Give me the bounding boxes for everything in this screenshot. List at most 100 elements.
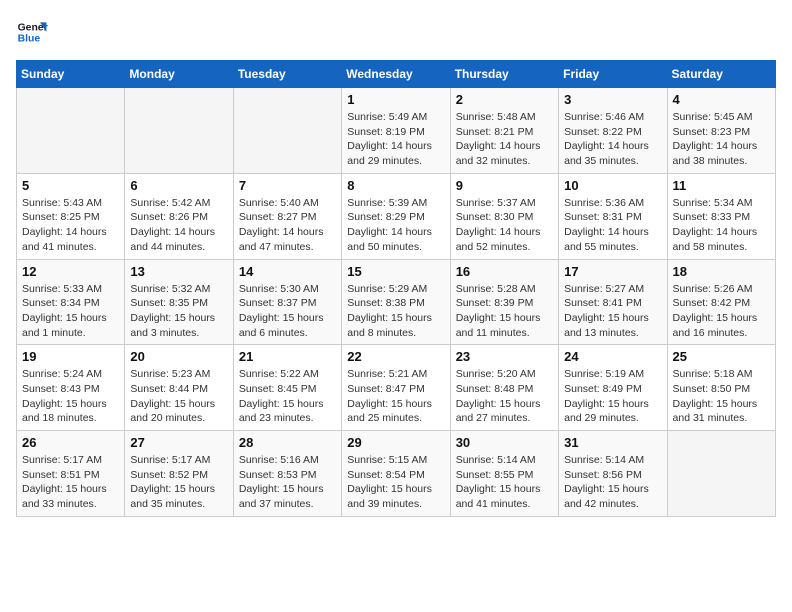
calendar-cell: 29 Sunrise: 5:15 AM Sunset: 8:54 PM Dayli…	[342, 431, 450, 517]
calendar-cell: 26 Sunrise: 5:17 AM Sunset: 8:51 PM Dayli…	[17, 431, 125, 517]
day-of-week-header: Tuesday	[233, 61, 341, 88]
day-info: Sunrise: 5:20 AM Sunset: 8:48 PM Dayligh…	[456, 367, 553, 426]
day-number: 19	[22, 349, 119, 364]
day-info: Sunrise: 5:49 AM Sunset: 8:19 PM Dayligh…	[347, 110, 444, 169]
calendar-cell: 1 Sunrise: 5:49 AM Sunset: 8:19 PM Daylig…	[342, 88, 450, 174]
day-number: 28	[239, 435, 336, 450]
day-number: 17	[564, 264, 661, 279]
day-info: Sunrise: 5:48 AM Sunset: 8:21 PM Dayligh…	[456, 110, 553, 169]
day-info: Sunrise: 5:29 AM Sunset: 8:38 PM Dayligh…	[347, 282, 444, 341]
calendar-body: 1 Sunrise: 5:49 AM Sunset: 8:19 PM Daylig…	[17, 88, 776, 517]
day-of-week-header: Thursday	[450, 61, 558, 88]
day-info: Sunrise: 5:16 AM Sunset: 8:53 PM Dayligh…	[239, 453, 336, 512]
day-number: 4	[673, 92, 770, 107]
day-info: Sunrise: 5:28 AM Sunset: 8:39 PM Dayligh…	[456, 282, 553, 341]
calendar-cell: 25Sunrise: 5:18 AM Sunset: 8:50 PM Dayli…	[667, 345, 775, 431]
day-number: 8	[347, 178, 444, 193]
day-info: Sunrise: 5:37 AM Sunset: 8:30 PM Dayligh…	[456, 196, 553, 255]
day-number: 9	[456, 178, 553, 193]
calendar-cell	[17, 88, 125, 174]
day-info: Sunrise: 5:39 AM Sunset: 8:29 PM Dayligh…	[347, 196, 444, 255]
calendar-cell: 9 Sunrise: 5:37 AM Sunset: 8:30 PM Daylig…	[450, 173, 558, 259]
calendar-cell: 2 Sunrise: 5:48 AM Sunset: 8:21 PM Daylig…	[450, 88, 558, 174]
day-number: 16	[456, 264, 553, 279]
day-info: Sunrise: 5:27 AM Sunset: 8:41 PM Dayligh…	[564, 282, 661, 341]
calendar-cell: 14 Sunrise: 5:30 AM Sunset: 8:37 PM Dayli…	[233, 259, 341, 345]
logo-icon: General Blue	[16, 16, 48, 48]
calendar-cell: 24Sunrise: 5:19 AM Sunset: 8:49 PM Dayli…	[559, 345, 667, 431]
calendar-cell: 30 Sunrise: 5:14 AM Sunset: 8:55 PM Dayli…	[450, 431, 558, 517]
day-info: Sunrise: 5:36 AM Sunset: 8:31 PM Dayligh…	[564, 196, 661, 255]
day-info: Sunrise: 5:33 AM Sunset: 8:34 PM Dayligh…	[22, 282, 119, 341]
calendar-cell: 7 Sunrise: 5:40 AM Sunset: 8:27 PM Daylig…	[233, 173, 341, 259]
calendar-cell: 15 Sunrise: 5:29 AM Sunset: 8:38 PM Dayli…	[342, 259, 450, 345]
calendar-week-row: 26 Sunrise: 5:17 AM Sunset: 8:51 PM Dayli…	[17, 431, 776, 517]
day-info: Sunrise: 5:21 AM Sunset: 8:47 PM Dayligh…	[347, 367, 444, 426]
day-number: 1	[347, 92, 444, 107]
calendar-week-row: 1 Sunrise: 5:49 AM Sunset: 8:19 PM Daylig…	[17, 88, 776, 174]
day-info: Sunrise: 5:24 AM Sunset: 8:43 PM Dayligh…	[22, 367, 119, 426]
day-number: 3	[564, 92, 661, 107]
day-number: 18	[673, 264, 770, 279]
day-info: Sunrise: 5:17 AM Sunset: 8:52 PM Dayligh…	[130, 453, 227, 512]
calendar-cell: 6 Sunrise: 5:42 AM Sunset: 8:26 PM Daylig…	[125, 173, 233, 259]
day-of-week-header: Monday	[125, 61, 233, 88]
calendar-cell: 28 Sunrise: 5:16 AM Sunset: 8:53 PM Dayli…	[233, 431, 341, 517]
day-info: Sunrise: 5:45 AM Sunset: 8:23 PM Dayligh…	[673, 110, 770, 169]
calendar-week-row: 19 Sunrise: 5:24 AM Sunset: 8:43 PM Dayli…	[17, 345, 776, 431]
calendar-cell: 3 Sunrise: 5:46 AM Sunset: 8:22 PM Daylig…	[559, 88, 667, 174]
calendar-cell: 12 Sunrise: 5:33 AM Sunset: 8:34 PM Dayli…	[17, 259, 125, 345]
calendar-cell: 11 Sunrise: 5:34 AM Sunset: 8:33 PM Dayli…	[667, 173, 775, 259]
day-info: Sunrise: 5:23 AM Sunset: 8:44 PM Dayligh…	[130, 367, 227, 426]
day-number: 12	[22, 264, 119, 279]
day-info: Sunrise: 5:17 AM Sunset: 8:51 PM Dayligh…	[22, 453, 119, 512]
calendar-week-row: 5Sunrise: 5:43 AM Sunset: 8:25 PM Daylig…	[17, 173, 776, 259]
day-info: Sunrise: 5:26 AM Sunset: 8:42 PM Dayligh…	[673, 282, 770, 341]
day-info: Sunrise: 5:14 AM Sunset: 8:56 PM Dayligh…	[564, 453, 661, 512]
day-number: 11	[673, 178, 770, 193]
day-info: Sunrise: 5:22 AM Sunset: 8:45 PM Dayligh…	[239, 367, 336, 426]
day-info: Sunrise: 5:30 AM Sunset: 8:37 PM Dayligh…	[239, 282, 336, 341]
day-number: 2	[456, 92, 553, 107]
calendar-cell: 8 Sunrise: 5:39 AM Sunset: 8:29 PM Daylig…	[342, 173, 450, 259]
day-info: Sunrise: 5:14 AM Sunset: 8:55 PM Dayligh…	[456, 453, 553, 512]
calendar-header-row: SundayMondayTuesdayWednesdayThursdayFrid…	[17, 61, 776, 88]
day-number: 5	[22, 178, 119, 193]
logo: General Blue	[16, 16, 48, 48]
calendar-cell: 19 Sunrise: 5:24 AM Sunset: 8:43 PM Dayli…	[17, 345, 125, 431]
day-number: 20	[130, 349, 227, 364]
day-info: Sunrise: 5:15 AM Sunset: 8:54 PM Dayligh…	[347, 453, 444, 512]
day-info: Sunrise: 5:40 AM Sunset: 8:27 PM Dayligh…	[239, 196, 336, 255]
day-of-week-header: Sunday	[17, 61, 125, 88]
calendar-week-row: 12 Sunrise: 5:33 AM Sunset: 8:34 PM Dayli…	[17, 259, 776, 345]
svg-text:Blue: Blue	[18, 34, 41, 45]
day-number: 29	[347, 435, 444, 450]
day-info: Sunrise: 5:19 AM Sunset: 8:49 PM Dayligh…	[564, 367, 661, 426]
day-number: 26	[22, 435, 119, 450]
calendar-cell: 27Sunrise: 5:17 AM Sunset: 8:52 PM Dayli…	[125, 431, 233, 517]
day-info: Sunrise: 5:32 AM Sunset: 8:35 PM Dayligh…	[130, 282, 227, 341]
day-info: Sunrise: 5:34 AM Sunset: 8:33 PM Dayligh…	[673, 196, 770, 255]
day-info: Sunrise: 5:18 AM Sunset: 8:50 PM Dayligh…	[673, 367, 770, 426]
day-info: Sunrise: 5:42 AM Sunset: 8:26 PM Dayligh…	[130, 196, 227, 255]
calendar-cell: 31 Sunrise: 5:14 AM Sunset: 8:56 PM Dayli…	[559, 431, 667, 517]
day-info: Sunrise: 5:46 AM Sunset: 8:22 PM Dayligh…	[564, 110, 661, 169]
calendar-cell: 23Sunrise: 5:20 AM Sunset: 8:48 PM Dayli…	[450, 345, 558, 431]
calendar-cell: 16 Sunrise: 5:28 AM Sunset: 8:39 PM Dayli…	[450, 259, 558, 345]
day-number: 21	[239, 349, 336, 364]
page-header: General Blue	[16, 16, 776, 48]
day-number: 10	[564, 178, 661, 193]
day-of-week-header: Wednesday	[342, 61, 450, 88]
calendar-cell: 18 Sunrise: 5:26 AM Sunset: 8:42 PM Dayli…	[667, 259, 775, 345]
day-number: 6	[130, 178, 227, 193]
day-of-week-header: Saturday	[667, 61, 775, 88]
calendar-cell: 20 Sunrise: 5:23 AM Sunset: 8:44 PM Dayli…	[125, 345, 233, 431]
day-number: 22	[347, 349, 444, 364]
day-number: 14	[239, 264, 336, 279]
calendar-cell: 4 Sunrise: 5:45 AM Sunset: 8:23 PM Daylig…	[667, 88, 775, 174]
day-number: 30	[456, 435, 553, 450]
day-number: 31	[564, 435, 661, 450]
day-number: 15	[347, 264, 444, 279]
calendar-table: SundayMondayTuesdayWednesdayThursdayFrid…	[16, 60, 776, 517]
day-number: 7	[239, 178, 336, 193]
